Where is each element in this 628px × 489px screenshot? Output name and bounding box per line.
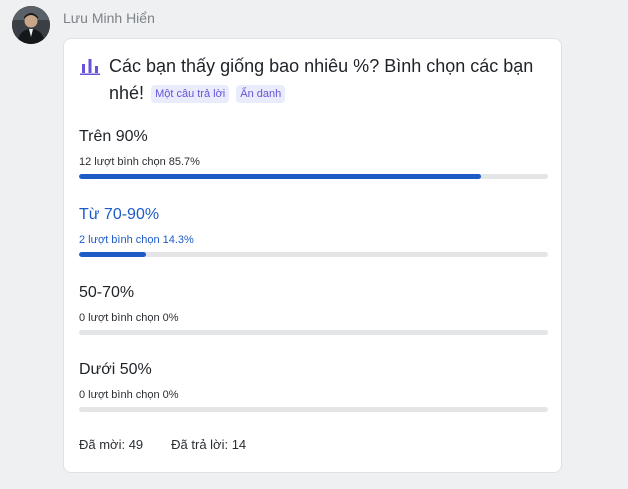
poll-option-tren-90[interactable]: Trên 90% 12 lượt bình chọn 85.7% [79,127,548,179]
option-label: Dưới 50% [79,361,152,378]
poll-question: Các bạn thấy giống bao nhiêu %? Bình chọ… [109,53,549,107]
option-progress-track [79,407,548,412]
option-label: Từ 70-90% [79,206,160,223]
poll-footer: Đã mời: 49 Đã trả lời: 14 [79,437,246,452]
tag-anonymous: Ẩn danh [236,85,286,103]
option-stats: 0 lượt bình chọn 0% [79,311,548,325]
option-votes: 2 lượt bình chọn [79,234,160,246]
option-percent: 0% [162,389,179,401]
option-progress-fill [79,252,147,257]
option-label: 50-70% [79,284,135,301]
poll-option-50-70[interactable]: 50-70% 0 lượt bình chọn 0% [79,283,548,335]
option-stats: 0 lượt bình chọn 0% [79,388,548,402]
invited-count[interactable]: Đã mời: 49 [79,437,143,452]
option-percent: 14.3% [162,234,194,246]
author-avatar[interactable] [12,6,50,44]
option-percent: 85.7% [168,156,200,168]
tag-single-answer: Một câu trả lời [151,85,230,103]
poll-option-duoi-50[interactable]: Dưới 50% 0 lượt bình chọn 0% [79,360,548,412]
option-votes: 0 lượt bình chọn [79,389,160,401]
option-stats: 12 lượt bình chọn 85.7% [79,155,548,169]
option-percent: 0% [162,312,179,324]
answered-count[interactable]: Đã trả lời: 14 [171,437,246,452]
option-votes: 12 lượt bình chọn [79,156,166,168]
option-progress-track [79,330,548,335]
option-progress-fill [79,174,481,179]
user-avatar-icon [12,6,50,44]
poll-option-tu-70-90[interactable]: Từ 70-90% 2 lượt bình chọn 14.3% [79,205,548,257]
author-name[interactable]: Lưu Minh Hiển [63,10,155,26]
poll-bars-icon [80,59,100,75]
option-votes: 0 lượt bình chọn [79,312,160,324]
option-label: Trên 90% [79,128,148,145]
option-progress-track [79,174,548,179]
poll-card: Các bạn thấy giống bao nhiêu %? Bình chọ… [63,38,562,473]
option-progress-track [79,252,548,257]
option-stats: 2 lượt bình chọn 14.3% [79,233,548,247]
